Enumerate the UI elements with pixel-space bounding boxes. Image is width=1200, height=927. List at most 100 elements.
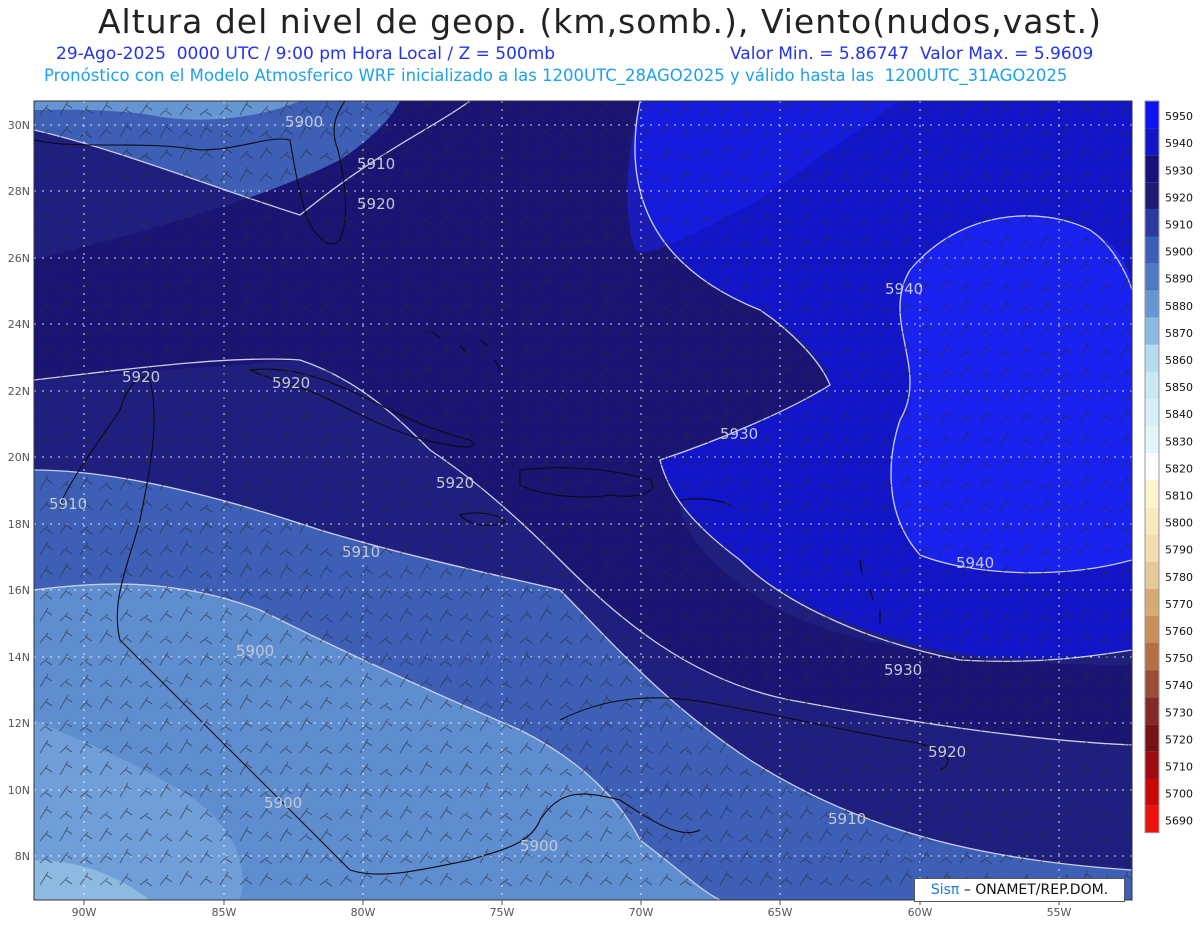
contour-label: 5930	[884, 661, 922, 679]
colorbar-swatch	[1145, 507, 1159, 535]
lat-label: 30N	[8, 119, 30, 132]
colorbar-swatch	[1145, 182, 1159, 210]
contour-label: 5940	[885, 280, 923, 298]
colorbar-swatch	[1145, 480, 1159, 508]
lat-label: 10N	[8, 784, 30, 797]
contour-label: 5910	[49, 495, 87, 513]
colorbar-label: 5830	[1165, 435, 1193, 448]
contour-label: 5900	[236, 642, 274, 660]
lon-label: 70W	[629, 906, 654, 919]
lon-label: 60W	[908, 906, 933, 919]
lat-label: 26N	[8, 252, 30, 265]
colorbar-swatch	[1145, 670, 1159, 698]
colorbar-swatch	[1145, 453, 1159, 481]
lat-label: 14N	[8, 651, 30, 664]
colorbar-swatch	[1145, 751, 1159, 779]
colorbar-swatch	[1145, 426, 1159, 454]
colorbar-label: 5820	[1165, 462, 1193, 475]
colorbar-swatch	[1145, 805, 1159, 833]
colorbar-swatch	[1145, 588, 1159, 616]
lat-axis: 30N 28N 26N 24N 22N 20N 18N 16N 14N 12N …	[8, 119, 30, 863]
colorbar-label: 5920	[1165, 191, 1193, 204]
colorbar-swatch	[1145, 372, 1159, 400]
colorbar-label: 5730	[1165, 706, 1193, 719]
contour-label: 5930	[720, 425, 758, 443]
lat-label: 8N	[15, 850, 30, 863]
colorbar-swatch	[1145, 101, 1159, 129]
colorbar-label: 5720	[1165, 733, 1193, 746]
colorbar-label: 5950	[1165, 110, 1193, 123]
colorbar-label: 5800	[1165, 517, 1193, 530]
lat-label: 28N	[8, 185, 30, 198]
colorbar-swatch	[1145, 155, 1159, 183]
colorbar-swatch	[1145, 643, 1159, 671]
contour-label: 5920	[436, 474, 474, 492]
colorbar-swatch	[1145, 128, 1159, 156]
lon-label: 85W	[212, 906, 237, 919]
lon-label: 65W	[768, 906, 793, 919]
colorbar-swatch	[1145, 344, 1159, 372]
lon-label: 55W	[1047, 906, 1072, 919]
colorbar: 5950 5940 5930 5920 5910 5900 5890 5880 5870 5860…	[1144, 100, 1193, 834]
contour-label: 5910	[828, 810, 866, 828]
colorbar-swatch	[1145, 209, 1159, 237]
colorbar-swatch	[1145, 724, 1159, 752]
sispi-logo-text: Sisπ	[930, 882, 960, 898]
lon-label: 80W	[351, 906, 376, 919]
colorbar-label: 5700	[1165, 788, 1193, 801]
credit-box: Sisπ – ONAMET/REP.DOM.	[914, 878, 1125, 902]
colorbar-swatch	[1145, 263, 1159, 291]
colorbar-label: 5930	[1165, 164, 1193, 177]
colorbar-label: 5790	[1165, 544, 1193, 557]
colorbar-swatch	[1145, 236, 1159, 264]
lon-label: 75W	[490, 906, 515, 919]
colorbar-swatch	[1145, 290, 1159, 318]
lat-label: 16N	[8, 584, 30, 597]
colorbar-label: 5750	[1165, 652, 1193, 665]
colorbar-label: 5880	[1165, 300, 1193, 313]
colorbar-label: 5690	[1165, 815, 1193, 828]
colorbar-label: 5850	[1165, 381, 1193, 394]
shade-5950-east	[891, 215, 1132, 573]
colorbar-label: 5840	[1165, 408, 1193, 421]
lat-label: 20N	[8, 451, 30, 464]
contour-label: 5900	[264, 794, 302, 812]
colorbar-label: 5940	[1165, 137, 1193, 150]
colorbar-label: 5710	[1165, 761, 1193, 774]
colorbar-label: 5860	[1165, 354, 1193, 367]
colorbar-swatch	[1145, 399, 1159, 427]
colorbar-label: 5740	[1165, 679, 1193, 692]
colorbar-label: 5770	[1165, 598, 1193, 611]
contour-label: 5910	[342, 543, 380, 561]
contour-label: 5910	[357, 155, 395, 173]
colorbar-label: 5900	[1165, 246, 1193, 259]
contour-label: 5920	[357, 195, 395, 213]
lat-label: 22N	[8, 385, 30, 398]
colorbar-swatch	[1145, 561, 1159, 589]
contour-label: 5940	[956, 554, 994, 572]
lat-label: 12N	[8, 717, 30, 730]
colorbar-swatch	[1145, 534, 1159, 562]
colorbar-label: 5810	[1165, 490, 1193, 503]
contour-label: 5920	[122, 368, 160, 386]
contour-label: 5920	[272, 374, 310, 392]
credit-org: – ONAMET/REP.DOM.	[963, 882, 1109, 898]
colorbar-swatch	[1145, 317, 1159, 345]
map-figure: 5900 5910 5920 5920 5920 5930 5920 5910 …	[8, 100, 1193, 919]
colorbar-label: 5870	[1165, 327, 1193, 340]
colorbar-label: 5760	[1165, 625, 1193, 638]
contour-label: 5900	[520, 837, 558, 855]
lon-label: 90W	[72, 906, 97, 919]
lat-label: 24N	[8, 318, 30, 331]
lat-label: 18N	[8, 518, 30, 531]
colorbar-swatch	[1145, 615, 1159, 643]
colorbar-label: 5890	[1165, 273, 1193, 286]
colorbar-swatch	[1145, 697, 1159, 725]
colorbar-label: 5910	[1165, 219, 1193, 232]
colorbar-label: 5780	[1165, 571, 1193, 584]
contour-label: 5900	[285, 113, 323, 131]
axis-ticks	[83, 900, 1060, 905]
contour-label: 5920	[928, 743, 966, 761]
colorbar-swatch	[1145, 778, 1159, 806]
lon-axis: 90W 85W 80W 75W 70W 65W 60W 55W	[72, 906, 1072, 919]
